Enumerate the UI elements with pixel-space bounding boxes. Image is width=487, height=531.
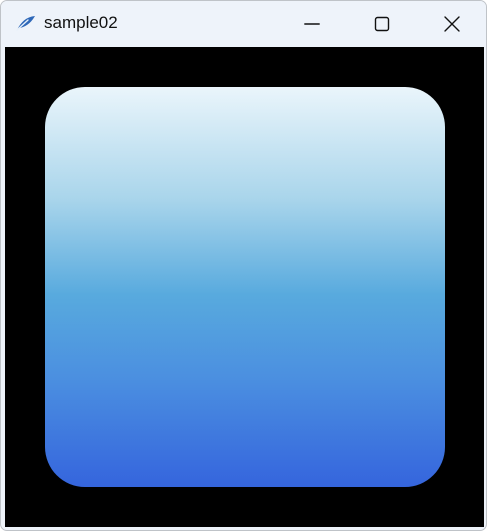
render-canvas bbox=[5, 47, 484, 527]
close-icon bbox=[444, 16, 460, 32]
minimize-button[interactable] bbox=[277, 1, 347, 47]
window-title: sample02 bbox=[44, 13, 118, 32]
maximize-icon bbox=[374, 16, 390, 32]
gradient-rounded-square bbox=[45, 87, 445, 487]
minimize-icon bbox=[304, 23, 320, 25]
maximize-button[interactable] bbox=[347, 1, 417, 47]
app-window: sample02 bbox=[0, 0, 487, 531]
close-button[interactable] bbox=[417, 1, 486, 47]
feather-quill-icon bbox=[16, 16, 35, 31]
title-bar[interactable]: sample02 bbox=[1, 1, 486, 47]
